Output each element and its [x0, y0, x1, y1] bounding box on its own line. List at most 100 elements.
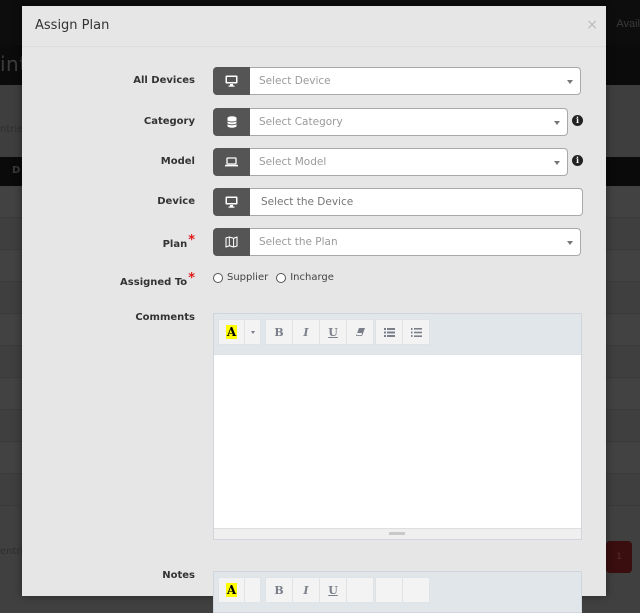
modal-header: Assign Plan ×	[22, 6, 606, 47]
all-devices-field[interactable]: Select Device	[250, 67, 581, 95]
modal-title: Assign Plan	[35, 18, 110, 33]
list-group	[375, 577, 430, 603]
font-color-dropdown[interactable]	[244, 577, 261, 603]
format-group: B I U	[265, 319, 374, 345]
font-color-button[interactable]: A	[218, 319, 244, 345]
category-field[interactable]: Select Category	[250, 108, 568, 136]
list-group	[375, 319, 430, 345]
notes-editor: A B I U	[213, 571, 582, 613]
italic-button[interactable]: I	[292, 319, 319, 345]
assigned-to-radio-group: Supplier Incharge	[213, 272, 342, 283]
device-field[interactable]	[250, 188, 583, 216]
radio-incharge-label: Incharge	[290, 272, 334, 283]
form-row-category: Category Select Category i	[22, 108, 606, 138]
clear-format-button[interactable]	[346, 319, 374, 345]
required-asterisk: *	[188, 271, 195, 286]
device-label: Device	[157, 196, 195, 207]
form-row-plan: Plan* Select the Plan	[22, 228, 606, 258]
required-asterisk: *	[188, 233, 195, 248]
notes-editor-toolbar: A B I U	[214, 572, 581, 612]
nav-link-available[interactable]: Avail	[616, 18, 640, 30]
info-icon[interactable]: i	[572, 115, 583, 126]
model-label: Model	[160, 156, 195, 167]
model-field[interactable]: Select Model	[250, 148, 568, 176]
numbered-list-button[interactable]	[402, 577, 430, 603]
chevron-down-icon	[567, 241, 573, 245]
category-select[interactable]: Select Category	[213, 108, 568, 136]
pagination-current[interactable]: 1	[606, 541, 632, 573]
format-group: B I U	[265, 577, 374, 603]
radio-supplier-label: Supplier	[227, 272, 269, 283]
table-header-cell: D	[12, 165, 21, 176]
eraser-icon	[355, 328, 365, 336]
color-group: A	[218, 577, 261, 603]
device-input[interactable]	[261, 190, 582, 214]
chevron-down-icon	[554, 121, 560, 125]
assigned-to-label-text: Assigned To	[120, 277, 188, 288]
comments-label: Comments	[135, 312, 195, 323]
font-color-icon: A	[225, 583, 238, 597]
close-button[interactable]: ×	[586, 18, 598, 32]
plan-label-text: Plan	[162, 239, 188, 250]
bold-icon: B	[274, 325, 284, 339]
grip-icon	[389, 532, 405, 535]
chevron-down-icon	[250, 330, 255, 334]
notes-label: Notes	[162, 570, 195, 581]
form-row-assigned-to: Assigned To* Supplier Incharge	[22, 268, 606, 298]
category-placeholder: Select Category	[259, 116, 343, 128]
all-devices-placeholder: Select Device	[259, 75, 331, 87]
category-label: Category	[143, 116, 195, 127]
comments-editor-toolbar: A B I U	[214, 314, 581, 354]
assign-plan-modal: Assign Plan × All Devices Select Device …	[22, 6, 606, 613]
font-color-icon: A	[225, 325, 238, 339]
entries-info: entri	[0, 546, 24, 557]
clear-format-button[interactable]	[346, 577, 374, 603]
radio-button[interactable]	[213, 272, 223, 283]
bullet-list-button[interactable]	[375, 319, 402, 345]
device-input-group	[213, 188, 583, 216]
underline-icon: U	[328, 325, 338, 339]
laptop-icon	[213, 148, 250, 176]
radio-supplier[interactable]: Supplier	[213, 272, 268, 283]
plan-select[interactable]: Select the Plan	[213, 228, 581, 256]
form-row-model: Model Select Model i	[22, 148, 606, 178]
resize-handle[interactable]	[214, 528, 581, 539]
ordered-list-icon	[410, 327, 422, 337]
chevron-down-icon	[554, 161, 560, 165]
form-row-device: Device	[22, 188, 606, 218]
form-row-all-devices: All Devices Select Device	[22, 67, 606, 97]
italic-icon: I	[303, 325, 309, 339]
underline-button[interactable]: U	[319, 577, 346, 603]
numbered-list-button[interactable]	[402, 319, 430, 345]
desktop-icon	[213, 67, 250, 95]
map-icon	[213, 228, 250, 256]
underline-icon: U	[328, 583, 338, 597]
plan-field[interactable]: Select the Plan	[250, 228, 581, 256]
info-icon[interactable]: i	[572, 155, 583, 166]
italic-icon: I	[303, 583, 309, 597]
chevron-down-icon	[567, 80, 573, 84]
font-color-dropdown[interactable]	[244, 319, 261, 345]
italic-button[interactable]: I	[292, 577, 319, 603]
database-icon	[213, 108, 250, 136]
desktop-icon	[213, 188, 250, 216]
plan-label: Plan*	[162, 233, 195, 251]
plan-placeholder: Select the Plan	[259, 236, 338, 248]
radio-button[interactable]	[276, 272, 287, 283]
comments-editor: A B I U	[213, 313, 582, 540]
all-devices-label: All Devices	[133, 75, 195, 86]
assigned-to-label: Assigned To*	[120, 271, 195, 289]
underline-button[interactable]: U	[319, 319, 346, 345]
bullet-list-button[interactable]	[375, 577, 402, 603]
model-placeholder: Select Model	[259, 156, 327, 168]
model-select[interactable]: Select Model	[213, 148, 568, 176]
all-devices-select[interactable]: Select Device	[213, 67, 581, 95]
radio-incharge[interactable]: Incharge	[276, 272, 334, 283]
unordered-list-icon	[383, 327, 395, 337]
bold-button[interactable]: B	[265, 319, 292, 345]
bold-icon: B	[274, 583, 284, 597]
comments-textarea[interactable]	[214, 354, 581, 528]
font-color-button[interactable]: A	[218, 577, 244, 603]
bold-button[interactable]: B	[265, 577, 292, 603]
color-group: A	[218, 319, 261, 345]
